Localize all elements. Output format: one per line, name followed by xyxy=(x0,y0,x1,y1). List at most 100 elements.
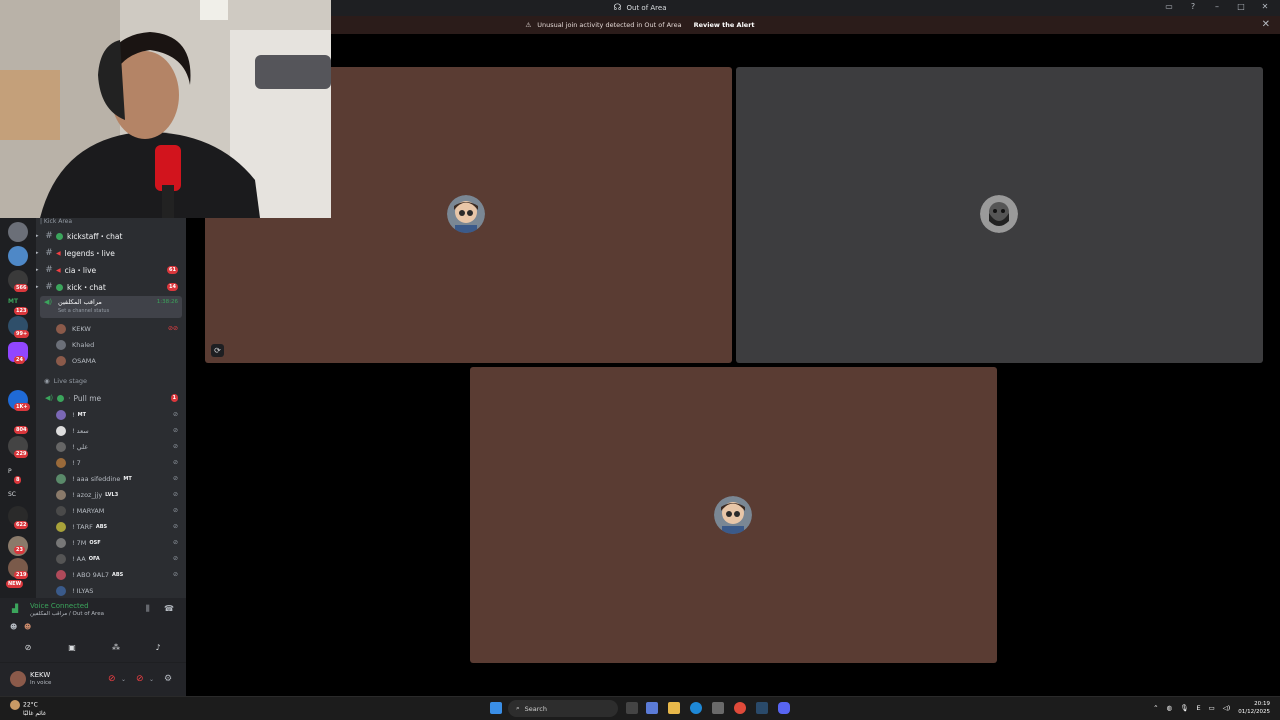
stage-user[interactable]: ! علي xyxy=(56,439,88,455)
user-name: ! 7 xyxy=(72,459,81,467)
chevron-up-icon[interactable]: ⌃ xyxy=(1153,704,1158,712)
title-controls: ▭ ? – □ ✕ xyxy=(1164,2,1270,11)
user-name[interactable]: KEKW xyxy=(30,671,50,679)
camera-button[interactable]: ⊘ xyxy=(8,640,48,654)
channel-list: | Kick Area ▸ # kickstaff・chat ▸ # ◀ leg… xyxy=(36,218,186,598)
stage-user[interactable]: ! ILYAS xyxy=(56,583,93,598)
soundboard-icon: ♪ xyxy=(155,642,161,652)
file-explorer-icon[interactable] xyxy=(668,702,680,714)
stage-user[interactable]: ! 7 xyxy=(56,455,81,471)
stage-user[interactable]: ! سعد xyxy=(56,423,89,439)
volume-icon[interactable]: ◁) xyxy=(1223,704,1231,712)
avatar[interactable] xyxy=(10,671,26,687)
server-icon[interactable] xyxy=(8,222,28,242)
screen-share-icon: ▣ xyxy=(68,642,76,652)
mic-muted-icon: ⊘ xyxy=(172,443,178,450)
server-text[interactable]: SC xyxy=(8,491,16,498)
user-name: ! سعد xyxy=(72,427,89,435)
active-voice-channel[interactable]: ◀) مراقب المكلفين 1:38:26 Set a channel … xyxy=(40,296,182,318)
channel-name: cia・live xyxy=(64,265,97,275)
text-channel[interactable]: ▸ # kickstaff・chat xyxy=(36,228,186,244)
weather-desc: غائم غالبًا xyxy=(23,710,46,717)
server-badge: 123 xyxy=(14,307,29,315)
server-text[interactable]: P xyxy=(8,468,12,475)
voice-channel-name: مراقب المكلفين xyxy=(58,298,102,306)
search-placeholder: Search xyxy=(524,704,547,713)
text-channel[interactable]: ▸ # kick・chat 14 xyxy=(36,279,186,295)
role-tag: MT xyxy=(123,476,132,482)
clock[interactable]: 20:19 01/12/2025 xyxy=(1238,700,1270,716)
task-view-icon[interactable] xyxy=(626,702,638,714)
category-header[interactable]: | Kick Area xyxy=(40,218,72,225)
stage-user[interactable]: ! TARF ABS xyxy=(56,519,107,535)
server-icon[interactable] xyxy=(8,246,28,266)
voice-channel-path: مراقب المكلفين / Out of Area xyxy=(30,611,104,617)
display-icon[interactable]: ▭ xyxy=(1209,704,1215,712)
edge-browser-icon[interactable] xyxy=(690,702,702,714)
soundboard-button[interactable]: ♪ xyxy=(138,640,178,654)
noise-suppression-icon[interactable]: ⫼ xyxy=(146,604,150,614)
language-indicator[interactable]: E xyxy=(1196,704,1200,712)
stage-user[interactable]: ! ABO 9AL7 ABS xyxy=(56,567,123,583)
stage-user[interactable]: ! AA OFA xyxy=(56,551,100,567)
server-badge: 229 xyxy=(14,450,29,458)
stage-category[interactable]: ◉ Live stage xyxy=(44,373,87,389)
weather-widget[interactable]: 22°C غائم غالبًا xyxy=(10,700,46,718)
inbox-icon[interactable]: ▭ xyxy=(1164,2,1174,11)
online-dot-icon xyxy=(56,283,63,291)
channel-name: Pull me xyxy=(73,393,102,403)
text-channel[interactable]: ▸ # ◀ legends・live xyxy=(36,245,186,261)
mini-avatar: ☻ xyxy=(10,623,18,631)
mic-muted-icon: ⊘ xyxy=(172,507,178,514)
avatar xyxy=(56,570,66,580)
chrome-icon[interactable] xyxy=(734,702,746,714)
stage-channel[interactable]: ◀) · Pull me 1 xyxy=(36,390,186,406)
chevron-down-icon[interactable]: ⌄ xyxy=(149,676,154,683)
screen-share-button[interactable]: ▣ xyxy=(52,640,92,654)
steam-icon[interactable] xyxy=(756,702,768,714)
deafen-icon[interactable]: ⊘ xyxy=(136,674,144,684)
channel-status[interactable]: Set a channel status xyxy=(58,308,109,314)
server-badge: 1K+ xyxy=(14,403,30,411)
mic-muted-icon[interactable]: ⊘ xyxy=(108,674,116,684)
maximize-button[interactable]: □ xyxy=(1236,2,1246,11)
discord-icon[interactable] xyxy=(778,702,790,714)
stage-user[interactable]: ! 7M OSF xyxy=(56,535,101,551)
review-alert-link[interactable]: Review the Alert xyxy=(694,21,755,29)
text-channel[interactable]: ▸ # ◀ cia・live 61 xyxy=(36,262,186,278)
help-icon[interactable]: ? xyxy=(1188,2,1198,11)
close-window-button[interactable]: ✕ xyxy=(1260,2,1270,11)
copilot-icon[interactable] xyxy=(646,702,658,714)
minimize-button[interactable]: – xyxy=(1212,2,1222,11)
signal-icon[interactable]: ▟ xyxy=(12,604,18,613)
video-tile-user-3[interactable] xyxy=(470,367,997,663)
voice-user[interactable]: KEKW xyxy=(56,321,91,337)
screen-share-icon[interactable]: ⟳ xyxy=(211,344,224,357)
stage-user[interactable]: ! MT xyxy=(56,407,86,423)
activities-button[interactable]: ⁂ xyxy=(96,640,136,654)
date: 01/12/2025 xyxy=(1238,709,1270,715)
gear-icon[interactable]: ⚙ xyxy=(164,674,172,684)
windows-start-icon[interactable] xyxy=(490,702,502,714)
video-tile-user-2[interactable] xyxy=(736,67,1263,363)
mic-icon[interactable]: 🎙︎ xyxy=(1180,704,1188,712)
server-badge: 622 xyxy=(14,521,29,529)
stage-user[interactable]: ! MARYAM xyxy=(56,503,104,519)
voice-user[interactable]: Khaled xyxy=(56,337,94,353)
close-alert-icon[interactable]: ✕ xyxy=(1262,19,1270,30)
channel-name: kick・chat xyxy=(67,282,106,292)
voice-user[interactable]: OSAMA xyxy=(56,353,96,369)
mic-muted-icon: ⊘ xyxy=(172,539,178,546)
store-icon[interactable] xyxy=(712,702,724,714)
stage-user[interactable]: ! azoz_jjy LVL3 xyxy=(56,487,118,503)
avatar xyxy=(56,458,66,468)
disconnect-icon[interactable]: ☎ xyxy=(164,604,174,613)
voice-status[interactable]: Voice Connected xyxy=(30,602,89,610)
chevron-down-icon[interactable]: ⌄ xyxy=(121,676,126,683)
server-text[interactable]: MT xyxy=(8,298,18,305)
network-icon[interactable]: ◍ xyxy=(1167,704,1173,712)
stage-user[interactable]: ! aaa sifeddine MT xyxy=(56,471,132,487)
taskbar-search[interactable]: ⌕ Search xyxy=(508,700,618,717)
windows-taskbar: 22°C غائم غالبًا ⌕ Search ⌃ ◍ 🎙︎ E ▭ ◁) … xyxy=(0,696,1280,720)
weather-temp: 22°C xyxy=(23,701,38,709)
